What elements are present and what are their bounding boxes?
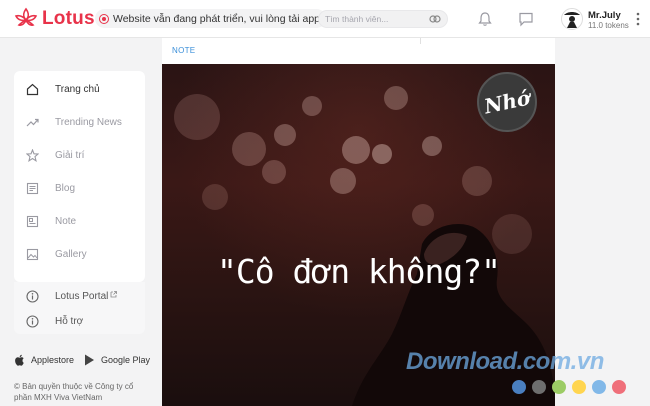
sidebar-item-entertainment[interactable]: Giải trí	[14, 140, 145, 170]
more-vertical-icon[interactable]	[636, 12, 640, 26]
chat-icon	[519, 12, 533, 27]
bokeh-light	[422, 136, 442, 156]
sidebar-item-trending[interactable]: Trending News	[14, 107, 145, 137]
trending-icon	[26, 116, 39, 129]
note-icon	[26, 215, 39, 228]
post-category[interactable]: NOTE	[172, 46, 195, 55]
lotus-logo[interactable]: Lotus	[14, 7, 95, 31]
post-quote: "Cô đơn không?"	[216, 252, 501, 291]
sidebar-item-blog[interactable]: Blog	[14, 173, 145, 203]
copyright-text: © Bản quyền thuộc về Công ty cổ phần MXH…	[14, 382, 134, 402]
applestore-label: Applestore	[31, 355, 75, 365]
watermark-text: Download.com.vn	[406, 348, 604, 375]
search-input[interactable]	[325, 14, 425, 24]
watermark-dot	[532, 380, 546, 394]
sidebar-item-label: Note	[55, 215, 77, 227]
notifications-button[interactable]	[477, 11, 493, 27]
bokeh-light	[372, 144, 392, 164]
post-header	[162, 38, 555, 64]
sidebar-item-label: Lotus Portal	[55, 290, 118, 302]
nho-badge[interactable]: Nhớ	[477, 72, 537, 132]
sidebar-secondary: Lotus Portal Hỗ trợ	[14, 282, 145, 334]
bokeh-light	[330, 168, 356, 194]
bokeh-light	[342, 136, 370, 164]
notice-text: Website vẫn đang phát triển, vui lòng tả…	[113, 12, 321, 25]
sidebar-item-label: Gallery	[55, 248, 87, 260]
google-play-link[interactable]: Google Play	[84, 354, 150, 366]
watermark-dots	[512, 380, 626, 394]
username[interactable]: Mr.July	[588, 10, 621, 21]
sidebar-item-lotus-portal[interactable]: Lotus Portal	[14, 284, 145, 308]
sidebar-item-label: Blog	[55, 182, 76, 194]
external-link-icon	[110, 290, 118, 297]
watermark-dot	[512, 380, 526, 394]
person-silhouette	[352, 224, 555, 406]
watermark-dot	[612, 380, 626, 394]
home-icon	[26, 83, 39, 96]
sidebar-item-label: Giải trí	[55, 149, 85, 161]
google-play-label: Google Play	[101, 355, 151, 365]
applestore-link[interactable]: Applestore	[14, 354, 74, 366]
sidebar-item-label: Trending News	[55, 116, 122, 128]
watermark-dot	[592, 380, 606, 394]
token-balance: 11.0 tokens	[588, 21, 629, 30]
bokeh-light	[202, 184, 228, 210]
bokeh-light	[232, 132, 266, 166]
sidebar-item-label: Hỗ trợ	[55, 315, 84, 327]
bokeh-light	[262, 160, 286, 184]
google-play-icon	[85, 354, 94, 366]
star-icon	[25, 148, 40, 162]
watermark-dot	[552, 380, 566, 394]
apple-icon	[15, 354, 24, 366]
sidebar-nav: Trang chủ Trending News Giải trí Blog No…	[14, 71, 145, 282]
sidebar-item-gallery[interactable]: Gallery	[14, 239, 145, 269]
lotus-flower-icon	[14, 7, 38, 26]
gallery-icon	[26, 248, 39, 261]
bokeh-light	[274, 124, 296, 146]
bell-icon	[478, 12, 492, 26]
avatar[interactable]	[561, 8, 583, 30]
info-icon	[26, 289, 39, 303]
bokeh-light	[384, 86, 408, 110]
messages-button[interactable]	[518, 11, 534, 27]
sidebar-item-support[interactable]: Hỗ trợ	[14, 309, 145, 333]
sidebar-item-note[interactable]: Note	[14, 206, 145, 236]
nho-badge-text: Nhớ	[481, 85, 533, 119]
info-icon	[26, 314, 39, 328]
watermark-dot	[572, 380, 586, 394]
dev-notice[interactable]: Website vẫn đang phát triển, vui lòng tả…	[95, 9, 327, 28]
bokeh-light	[174, 94, 220, 140]
sidebar-item-label: Trang chủ	[55, 83, 100, 95]
divider	[420, 38, 421, 44]
blog-icon	[26, 182, 39, 195]
sidebar-item-home[interactable]: Trang chủ	[14, 74, 145, 104]
top-header: Lotus Website vẫn đang phát triển, vui l…	[0, 0, 650, 38]
logo-text: Lotus	[42, 8, 95, 29]
member-search	[318, 10, 448, 28]
bokeh-light	[462, 166, 492, 196]
bokeh-light	[302, 96, 322, 116]
record-icon	[99, 13, 109, 24]
search-icon[interactable]	[429, 14, 441, 24]
